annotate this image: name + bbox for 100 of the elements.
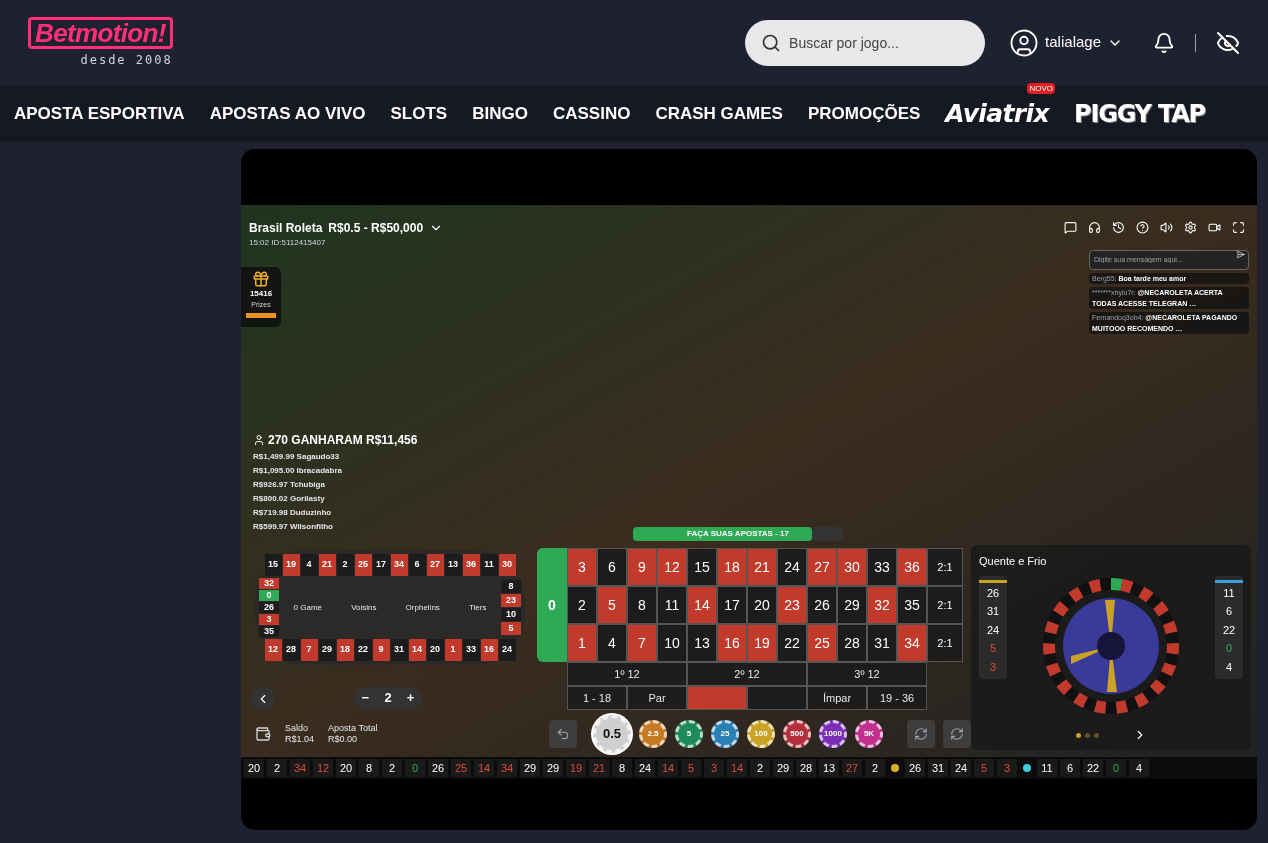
racetrack-number[interactable]: 4 [300,554,318,576]
number-bet[interactable]: 18 [717,548,747,586]
table-selector[interactable]: Brasil Roleta R$0.5 - R$50,000 [249,219,444,237]
column-bet[interactable]: 2:1 [927,548,963,586]
nav-link[interactable]: CASSINO [552,100,631,127]
number-bet[interactable]: 12 [657,548,687,586]
number-bet[interactable]: 5 [597,586,627,624]
number-bet[interactable]: 4 [597,624,627,662]
increase-button[interactable]: + [406,688,415,708]
color-bet[interactable] [747,686,807,710]
column-bet[interactable]: 2:1 [927,586,963,624]
racetrack-number[interactable]: 24 [498,639,516,661]
racetrack-number[interactable]: 5 [501,622,521,635]
racetrack-number[interactable]: 34 [390,554,408,576]
volume-icon[interactable] [1160,221,1173,234]
user-menu[interactable]: talialage [1009,27,1123,58]
nav-link[interactable]: SLOTS [390,100,448,127]
number-bet[interactable]: 29 [837,586,867,624]
racetrack-number[interactable]: 3 [259,614,279,625]
racetrack-number[interactable]: 28 [282,639,300,661]
number-bet[interactable]: 27 [807,548,837,586]
headset-icon[interactable] [1088,221,1101,234]
racetrack-number[interactable]: 27 [426,554,444,576]
number-bet[interactable]: 17 [717,586,747,624]
fullscreen-icon[interactable] [1232,221,1245,234]
number-bet[interactable]: 28 [837,624,867,662]
chat-icon[interactable] [1064,221,1077,234]
settings-icon[interactable] [1184,221,1197,234]
nav-link[interactable]: APOSTA ESPORTIVA [14,100,185,127]
outside-bet[interactable]: 1 - 18 [567,686,627,710]
number-bet[interactable]: 32 [867,586,897,624]
racetrack-number[interactable]: 12 [264,639,282,661]
color-bet[interactable] [687,686,747,710]
racetrack-number[interactable]: 25 [354,554,372,576]
number-bet[interactable]: 9 [627,548,657,586]
racetrack-section[interactable]: Tiers [468,601,487,614]
double-button[interactable] [943,720,971,748]
nav-link[interactable]: BINGO [472,100,528,127]
dozen-bet[interactable]: 1º 12 [567,662,687,686]
number-bet[interactable]: 15 [687,548,717,586]
number-bet[interactable]: 33 [867,548,897,586]
repeat-button[interactable] [907,720,935,748]
number-bet[interactable]: 20 [747,586,777,624]
racetrack-number[interactable]: 19 [282,554,300,576]
racetrack-number[interactable]: 20 [426,639,444,661]
racetrack-number[interactable]: 11 [480,554,498,576]
racetrack-number[interactable]: 26 [259,602,279,613]
nav-logo-link[interactable]: Aviatrix [945,94,1049,133]
racetrack-number[interactable]: 33 [462,639,480,661]
dozen-bet[interactable]: 2º 12 [687,662,807,686]
racetrack-number[interactable]: 17 [372,554,390,576]
racetrack-section[interactable]: Voisins [351,601,377,614]
racetrack-number[interactable]: 31 [390,639,408,661]
search-field[interactable]: Buscar por jogo... [745,19,986,66]
nav-logo-link[interactable]: PIGGY TAP [1074,95,1205,132]
racetrack-number[interactable]: 30 [498,554,516,576]
number-bet[interactable]: 19 [747,624,777,662]
racetrack-number[interactable]: 35 [259,626,279,637]
number-bet[interactable]: 6 [597,548,627,586]
racetrack-section[interactable]: 0 Game [293,601,322,614]
racetrack-number[interactable]: 32 [259,578,279,589]
number-bet[interactable]: 8 [627,586,657,624]
number-bet[interactable]: 13 [687,624,717,662]
number-bet[interactable]: 2 [567,586,597,624]
racetrack-number[interactable]: 22 [354,639,372,661]
racetrack-number[interactable]: 36 [462,554,480,576]
racetrack-number[interactable]: 10 [501,608,521,621]
number-bet[interactable]: 25 [807,624,837,662]
racetrack-number[interactable]: 23 [501,594,521,607]
nav-link[interactable]: APOSTAS AO VIVO [209,100,366,127]
logo[interactable]: Betmotion! [28,16,173,49]
number-bet[interactable]: 23 [777,586,807,624]
decrease-button[interactable]: − [361,688,370,708]
chip[interactable]: 0.5 [593,715,631,753]
racetrack-number[interactable]: 8 [501,580,521,593]
undo-button[interactable] [549,720,577,748]
number-bet[interactable]: 14 [687,586,717,624]
racetrack-number[interactable]: 2 [336,554,354,576]
racetrack-number[interactable]: 13 [444,554,462,576]
number-bet[interactable]: 7 [627,624,657,662]
send-icon[interactable] [1236,250,1245,259]
racetrack-number[interactable]: 9 [372,639,390,661]
help-icon[interactable] [1136,221,1149,234]
number-bet[interactable]: 26 [807,586,837,624]
racetrack-number[interactable]: 21 [318,554,336,576]
history-icon[interactable] [1112,221,1125,234]
number-bet[interactable]: 1 [567,624,597,662]
racetrack-number[interactable]: 16 [480,639,498,661]
number-bet[interactable]: 35 [897,586,927,624]
nav-link[interactable]: CRASH GAMES [655,100,783,127]
number-bet[interactable]: 31 [867,624,897,662]
number-bet[interactable]: 3 [567,548,597,586]
number-bet[interactable]: 22 [777,624,807,662]
column-bet[interactable]: 2:1 [927,624,963,662]
racetrack-section[interactable]: Orphelins [405,601,440,614]
number-bet[interactable]: 10 [657,624,687,662]
outside-bet[interactable]: 19 - 36 [867,686,927,710]
racetrack-number[interactable]: 18 [336,639,354,661]
racetrack-number[interactable]: 1 [444,639,462,661]
racetrack-number[interactable]: 7 [300,639,318,661]
